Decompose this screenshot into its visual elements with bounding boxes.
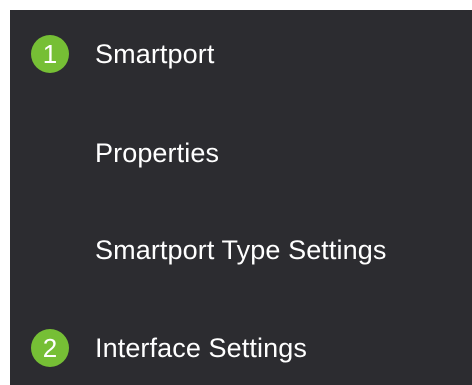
menu-item-smartport-type-settings[interactable]: Smartport Type Settings — [10, 222, 472, 278]
menu-item-properties[interactable]: Properties — [10, 125, 472, 181]
step-badge-1: 1 — [31, 35, 69, 73]
menu-item-label: Smartport — [95, 38, 215, 69]
menu-item-label: Interface Settings — [95, 332, 307, 363]
step-badge-2: 2 — [31, 329, 69, 367]
navigation-menu: 1 Smartport Properties Smartport Type Se… — [10, 10, 472, 385]
menu-item-interface-settings[interactable]: 2 Interface Settings — [10, 320, 472, 376]
menu-item-label: Properties — [95, 137, 220, 168]
menu-item-label: Smartport Type Settings — [95, 234, 387, 265]
menu-item-smartport[interactable]: 1 Smartport — [10, 26, 472, 82]
